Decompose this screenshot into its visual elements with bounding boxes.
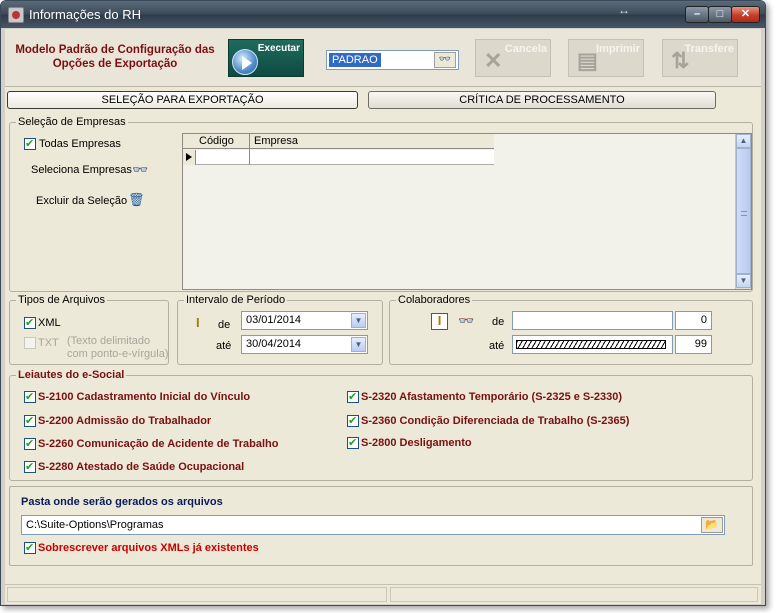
colab-ate-label: até (489, 340, 505, 352)
close-button[interactable]: ✕ (731, 6, 760, 23)
colab-to-number[interactable]: 99 (675, 335, 712, 354)
chevron-down-icon[interactable]: ▼ (351, 337, 366, 352)
date-from-value: 03/01/2014 (246, 314, 302, 326)
s2800-checkbox[interactable] (347, 436, 359, 449)
leiautes-group-title: Leiautes do e-Social (16, 369, 127, 381)
s2260-checkbox[interactable] (24, 437, 36, 450)
resize-arrows-icon: ↔ (618, 3, 630, 17)
execute-button[interactable]: Executar (228, 39, 304, 77)
colab-de-label: de (492, 316, 505, 328)
colaboradores-group-title: Colaboradores (396, 294, 473, 306)
binoculars-icon[interactable]: 👓 (132, 163, 148, 177)
colab-from-number-value: 0 (700, 314, 707, 326)
status-panel (7, 587, 387, 602)
txt-note: (Texto delimitado com ponto-e-vírgula) (67, 335, 169, 360)
colaborador-i-icon[interactable]: I (431, 313, 448, 330)
date-to-value: 30/04/2014 (246, 338, 302, 350)
grid-scrollbar[interactable]: ▲ ▼ (735, 134, 751, 289)
cancel-x-icon: ✕ (484, 48, 503, 73)
excluir-selecao-button[interactable]: Excluir da Seleção (36, 195, 127, 207)
s2360-checkbox[interactable] (347, 414, 359, 427)
s2200-label: S-2200 Admissão do Trabalhador (38, 415, 212, 427)
model-title: Modelo Padrão de Configuração das Opções… (15, 44, 215, 70)
s2100-checkbox[interactable] (24, 390, 36, 403)
s2360-label: S-2360 Condição Diferenciada de Trabalho… (361, 415, 630, 427)
periodo-group-title: Intervalo de Período (184, 294, 288, 306)
empresas-grid[interactable]: Código Empresa ▲ ▼ (182, 133, 752, 290)
periodo-group: Intervalo de Período (177, 294, 383, 365)
row-selector-icon[interactable] (183, 150, 196, 165)
model-combo[interactable]: PADRAO 👓 (326, 50, 459, 70)
scroll-up-icon[interactable]: ▲ (736, 134, 751, 148)
txt-label: TXT (38, 337, 59, 349)
binoculars-icon[interactable]: 👓 (458, 314, 474, 328)
minimize-button[interactable]: – (685, 6, 709, 23)
status-bar (5, 584, 761, 604)
cancel-button[interactable]: ✕ Cancela (475, 39, 551, 77)
colaboradores-group: Colaboradores (389, 294, 753, 365)
seleciona-empresas-button[interactable]: Seleciona Empresas (31, 164, 132, 176)
colab-from-number[interactable]: 0 (675, 311, 712, 330)
transfer-label: Transfere (684, 43, 734, 55)
s2260-label: S-2260 Comunicação de Acidente de Trabal… (38, 438, 279, 450)
todas-empresas-checkbox[interactable] (24, 137, 36, 150)
xml-checkbox[interactable] (24, 316, 36, 329)
s2800-label: S-2800 Desligamento (361, 437, 472, 449)
print-button[interactable]: ▤ Imprimir (568, 39, 644, 77)
scroll-down-icon[interactable]: ▼ (736, 274, 751, 288)
date-from-field[interactable]: 03/01/2014 ▼ (241, 311, 368, 330)
periodo-de-label: de (218, 319, 231, 331)
header-toolbar: Modelo Padrão de Configuração das Opções… (5, 29, 761, 87)
overwrite-checkbox[interactable] (24, 541, 36, 554)
s2100-label: S-2100 Cadastramento Inicial do Vínculo (38, 391, 251, 403)
content-area: Modelo Padrão de Configuração das Opções… (5, 29, 761, 604)
s2280-checkbox[interactable] (24, 460, 36, 473)
trash-icon[interactable]: 🗑 (128, 193, 145, 207)
status-panel (390, 587, 758, 602)
execute-label: Executar (257, 43, 300, 54)
transfer-button[interactable]: ⇅ Transfere (662, 39, 738, 77)
s2320-label: S-2320 Afastamento Temporário (S-2325 e … (361, 391, 623, 403)
binoculars-icon[interactable]: 👓 (434, 52, 456, 68)
column-empresa[interactable]: Empresa (254, 135, 298, 147)
overwrite-label: Sobrescrever arquivos XMLs já existentes (38, 542, 259, 554)
folder-open-icon[interactable]: 📂 (701, 517, 723, 533)
maximize-button[interactable]: □ (708, 6, 732, 23)
tab-selecao[interactable]: SELEÇÃO PARA EXPORTAÇÃO (7, 91, 358, 109)
s2320-checkbox[interactable] (347, 390, 359, 403)
txt-checkbox[interactable] (24, 337, 36, 349)
todas-empresas-label: Todas Empresas (39, 138, 121, 150)
title-bar[interactable]: Informações do RH ↔ – □ ✕ (1, 1, 765, 28)
printer-icon: ▤ (577, 48, 598, 73)
s2200-checkbox[interactable] (24, 414, 36, 427)
s2280-label: S-2280 Atestado de Saúde Ocupacional (38, 461, 245, 473)
play-icon (232, 49, 258, 75)
app-icon (8, 7, 24, 23)
colab-from-field[interactable] (512, 311, 673, 330)
model-value: PADRAO (329, 53, 381, 67)
window-title: Informações do RH (29, 7, 141, 22)
colab-to-field[interactable] (512, 335, 673, 354)
periodo-ate-label: até (216, 340, 232, 352)
column-divider (196, 134, 250, 165)
xml-label: XML (38, 317, 61, 329)
path-value: C:\Suite-Options\Programas (26, 519, 164, 531)
cancel-label: Cancela (504, 43, 547, 55)
tab-critica[interactable]: CRÍTICA DE PROCESSAMENTO (368, 91, 716, 109)
path-input[interactable]: C:\Suite-Options\Programas 📂 (21, 515, 725, 535)
chevron-down-icon[interactable]: ▼ (351, 313, 366, 328)
date-to-field[interactable]: 30/04/2014 ▼ (241, 335, 368, 354)
tipos-group-title: Tipos de Arquivos (16, 294, 108, 306)
scroll-thumb[interactable] (736, 148, 751, 274)
print-label: Imprimir (595, 43, 640, 55)
colab-to-hatch (516, 340, 666, 349)
main-window: Informações do RH ↔ – □ ✕ Modelo Padrão … (0, 0, 766, 606)
empresas-group-title: Seleção de Empresas (16, 116, 128, 128)
calendar-i-icon[interactable]: I (196, 316, 200, 330)
colab-to-number-value: 99 (694, 338, 707, 350)
pasta-title: Pasta onde serão gerados os arquivos (21, 496, 223, 508)
